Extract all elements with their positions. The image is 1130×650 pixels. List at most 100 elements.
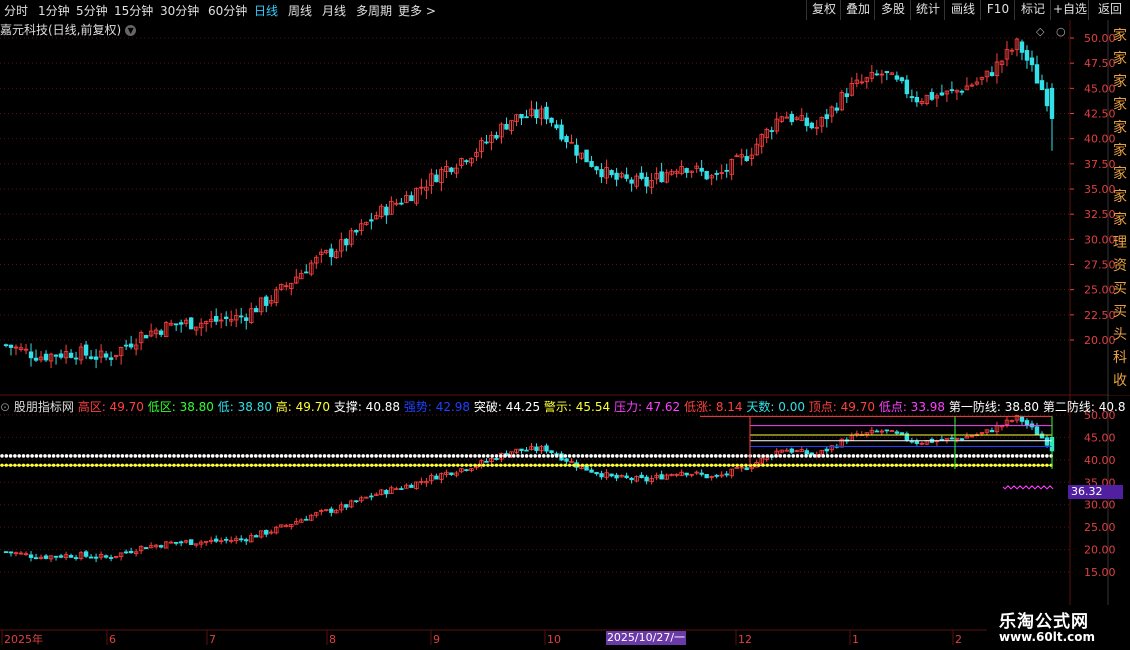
support-dot <box>120 454 125 458</box>
support-dot <box>898 454 903 458</box>
support-dot <box>258 454 262 458</box>
support-dot <box>81 454 86 458</box>
support-dot <box>163 454 168 458</box>
support-dot <box>90 454 95 458</box>
sub-candle <box>239 538 244 541</box>
main-candle <box>959 90 965 93</box>
support-dot <box>202 454 206 458</box>
support-dot <box>868 454 873 458</box>
support-dot <box>602 454 606 458</box>
date-label: 6 <box>109 633 116 646</box>
main-candle <box>564 136 569 143</box>
sub-candle <box>549 450 554 454</box>
sub-candle <box>354 500 359 503</box>
support-dot <box>946 454 950 458</box>
chevron-down-icon[interactable]: ⊙ <box>0 400 14 414</box>
strip-text: 家 <box>1113 96 1127 113</box>
sub-candle <box>1024 420 1030 426</box>
support-dot <box>778 454 783 458</box>
support-dot <box>705 454 709 458</box>
sub-candle <box>103 555 109 558</box>
support-dot <box>266 454 271 458</box>
support-dot <box>739 454 744 458</box>
main-candle <box>524 116 529 119</box>
support-dot <box>1027 454 1032 458</box>
main-candle <box>434 174 439 183</box>
support-dot <box>327 454 331 458</box>
main-candle <box>384 206 389 216</box>
main-candle <box>158 330 164 335</box>
support-dot <box>352 454 357 458</box>
support-dot <box>576 454 580 458</box>
sub-candle <box>123 551 129 554</box>
sub-candle <box>214 538 219 542</box>
support-dot <box>417 454 421 458</box>
main-candle <box>574 144 579 156</box>
support-dot <box>17 454 22 458</box>
support-dot <box>812 454 817 458</box>
main-candles <box>3 37 1055 369</box>
axis-tick-label: 30.00 <box>1084 233 1116 246</box>
main-candle <box>108 357 114 360</box>
main-candle <box>939 92 945 96</box>
support-dot <box>628 454 632 458</box>
main-candle <box>989 72 995 77</box>
main-candle <box>659 171 664 183</box>
support-dot <box>559 454 563 458</box>
support-dot <box>881 454 886 458</box>
support-dot <box>731 454 735 458</box>
support-dot <box>387 454 391 458</box>
support-dot <box>447 454 452 458</box>
support-dot <box>933 454 937 458</box>
support-dot <box>284 454 288 458</box>
sub-candle <box>224 538 229 541</box>
support-dot <box>554 454 559 458</box>
support-dot <box>382 454 387 458</box>
sub-candle <box>108 557 114 559</box>
support-dot <box>533 454 537 458</box>
sub-candle <box>949 437 955 440</box>
support-dot <box>185 454 189 458</box>
main-candle <box>93 356 99 360</box>
main-candle <box>214 315 219 322</box>
sub-candle <box>93 556 99 559</box>
support-dot <box>696 454 701 458</box>
diamond-icon: ◇ <box>1036 25 1045 38</box>
main-candle <box>53 354 59 357</box>
indicator-value-7: 警示: 45.54 <box>543 400 614 414</box>
support-dot <box>421 454 426 458</box>
axis-tick-label: 25.00 <box>1084 284 1116 297</box>
sub-candle <box>484 460 489 463</box>
support-dot <box>597 454 602 458</box>
main-candle <box>494 135 499 139</box>
support-dot <box>503 454 507 458</box>
support-dot <box>494 454 499 458</box>
main-candle <box>304 271 309 274</box>
support-dot <box>271 454 275 458</box>
axis-tick-label: 35.00 <box>1084 183 1116 196</box>
main-candle <box>834 107 839 111</box>
support-dot <box>189 454 193 458</box>
support-dot <box>546 454 550 458</box>
support-dot <box>468 454 473 458</box>
support-dot <box>769 454 774 458</box>
main-candle <box>714 173 719 175</box>
support-dot <box>1002 454 1006 458</box>
support-dot <box>542 454 546 458</box>
kline-chart[interactable]: 50.00 47.50 45.00 42.50 40.00 37.50 35.00 32.50… <box>0 0 1130 650</box>
support-dot <box>1006 454 1010 458</box>
support-dot <box>924 454 929 458</box>
support-dot <box>331 454 335 458</box>
support-dot <box>563 454 568 458</box>
main-candle <box>1029 57 1035 66</box>
support-dot <box>1032 454 1036 458</box>
support-dot <box>726 454 731 458</box>
support-dot <box>43 454 47 458</box>
sub-candle <box>699 472 704 475</box>
support-dot <box>782 454 787 458</box>
support-dot <box>709 454 714 458</box>
sub-candle <box>959 438 965 441</box>
strip-text: 家 <box>1113 142 1127 159</box>
axis-tick-label: 20.00 <box>1084 544 1116 557</box>
support-dot <box>972 454 976 458</box>
